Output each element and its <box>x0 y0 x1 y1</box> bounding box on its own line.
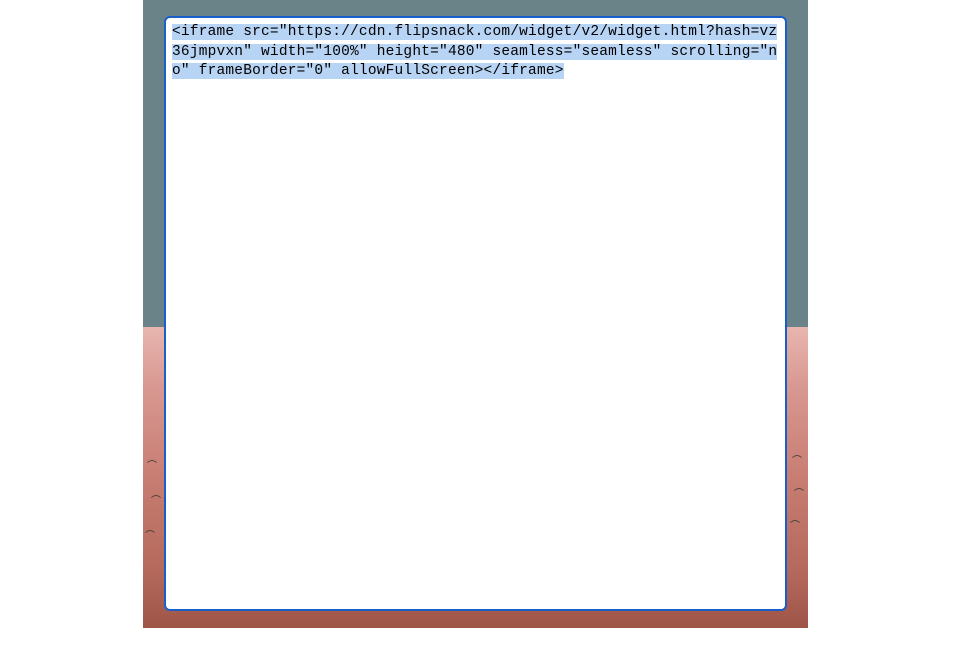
code-textarea[interactable]: <iframe src="https://cdn.flipsnack.com/w… <box>164 16 787 611</box>
code-content[interactable]: <iframe src="https://cdn.flipsnack.com/w… <box>172 24 777 79</box>
bird-silhouette: ⌒ <box>147 457 157 472</box>
bird-silhouette: ⌒ <box>794 485 804 500</box>
bird-silhouette: ⌒ <box>145 527 155 542</box>
bird-silhouette: ⌒ <box>790 517 800 532</box>
bird-silhouette: ⌒ <box>792 452 802 467</box>
bird-silhouette: ⌒ <box>151 492 161 507</box>
